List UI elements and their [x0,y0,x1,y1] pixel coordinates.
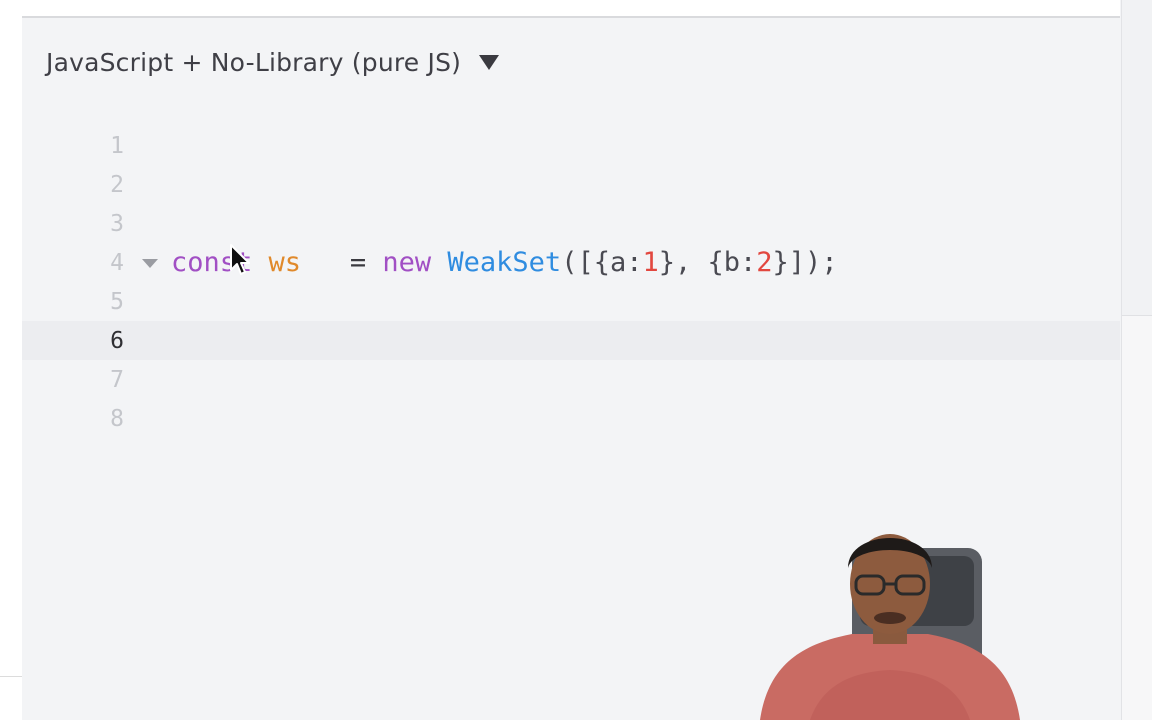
code-line[interactable]: 3 [22,204,1120,243]
code-token-punc: ([{a: [561,247,643,278]
code-line[interactable]: 6 [22,321,1120,360]
line-number: 4 [110,249,124,276]
line-number: 8 [110,405,124,432]
left-gutter-strip [0,0,22,720]
code-editor[interactable]: 1 2 3 4 const ws = new WeakSet([{a:1}, {b:2}… [22,126,1120,438]
mouse-pointer-icon [230,244,250,275]
code-token-op: = [301,247,383,278]
code-token-var: ws [268,247,302,278]
presenter-webcam-video [760,534,1020,720]
caret-down-icon[interactable] [479,55,500,70]
divider [0,676,22,677]
line-number: 7 [110,366,124,393]
code-token-new: new [382,247,432,278]
code-token-punc: }]); [772,247,838,278]
language-select-label: JavaScript + No-Library (pure JS) [46,48,462,77]
code-line[interactable]: 8 [22,399,1120,438]
top-toolbar [22,0,1120,18]
result-pane[interactable] [1121,0,1152,720]
line-number: 5 [110,288,124,315]
fold-arrow-icon[interactable] [142,259,158,268]
code-line[interactable]: 5 [22,282,1120,321]
line-number: 3 [110,210,124,237]
code-token-punc: }, {b: [658,247,757,278]
result-pane-header [1122,0,1152,316]
code-token-num: 2 [756,247,773,278]
code-line[interactable]: 4 const ws = new WeakSet([{a:1}, {b:2}]); [22,243,1120,282]
code-line[interactable]: 2 [22,165,1120,204]
code-line[interactable]: 7 [22,360,1120,399]
line-number: 2 [110,171,124,198]
code-token-class: WeakSet [447,247,562,278]
code-token-op [431,247,447,278]
language-select[interactable]: JavaScript + No-Library (pure JS) [46,48,500,77]
code-text[interactable]: const ws = new WeakSet([{a:1}, {b:2}]); [171,247,838,278]
line-number: 6 [110,327,124,354]
line-number: 1 [110,132,124,159]
code-line[interactable]: 1 [22,126,1120,165]
code-token-num: 1 [642,247,659,278]
